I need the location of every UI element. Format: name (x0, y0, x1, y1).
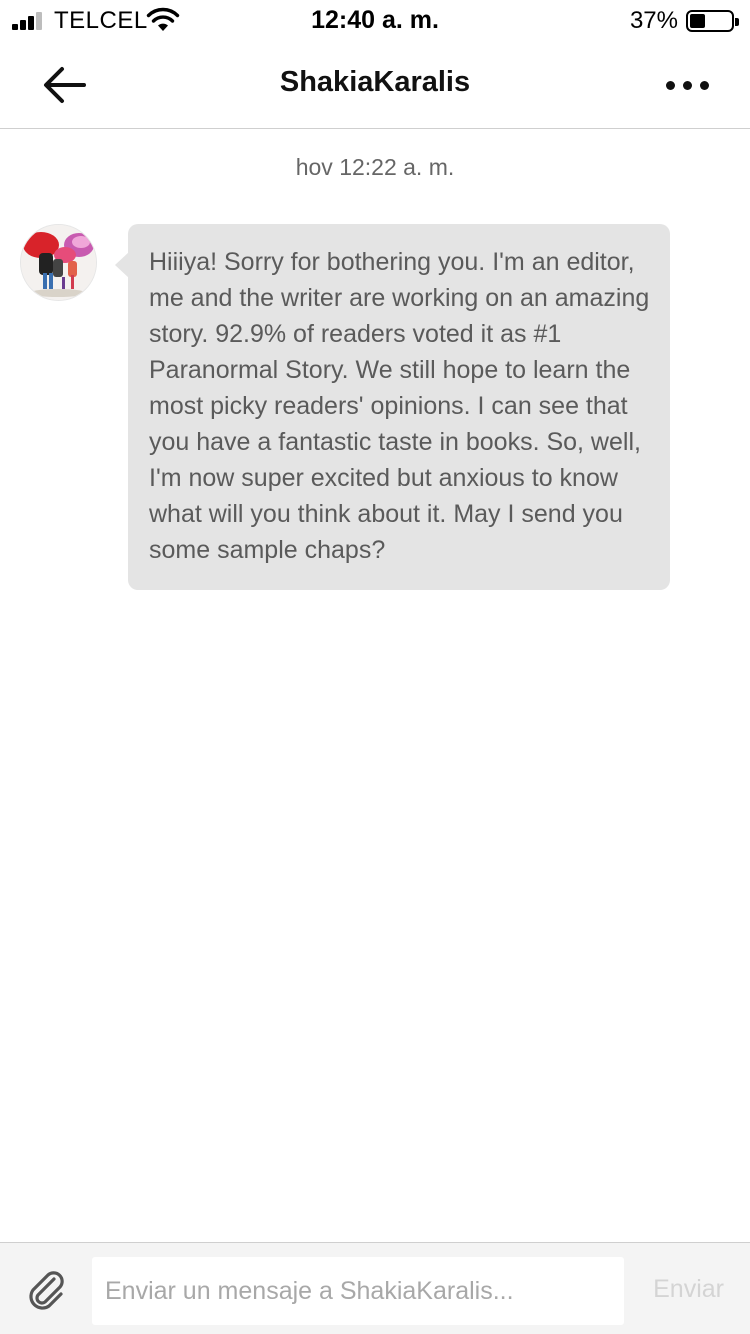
battery-percentage: 37% (629, 7, 678, 34)
battery-icon (686, 10, 739, 32)
message-input[interactable] (92, 1257, 624, 1325)
more-options-button[interactable] (662, 68, 714, 102)
message-text: Hiiiya! Sorry for bothering you. I'm an … (149, 248, 650, 564)
attach-button[interactable] (24, 1267, 70, 1313)
avatar[interactable] (21, 225, 96, 300)
send-button[interactable]: Enviar (653, 1275, 724, 1304)
status-bar: TELCEL 12:40 a. m. 37% (0, 0, 750, 40)
message-composer: Enviar (0, 1242, 750, 1334)
battery-level-fill (690, 14, 705, 28)
conversation-title: ShakiaKaralis (279, 66, 471, 98)
message-bubble: Hiiiya! Sorry for bothering you. I'm an … (128, 224, 670, 590)
avatar-photo (21, 225, 96, 300)
chat-header: ShakiaKaralis (0, 40, 750, 129)
message-bubble-tail (115, 252, 129, 278)
chat-screen: TELCEL 12:40 a. m. 37% ShakiaKaralis hov… (0, 0, 750, 1334)
paperclip-icon (29, 1271, 64, 1310)
message-timestamp: hov 12:22 a. m. (295, 154, 455, 180)
